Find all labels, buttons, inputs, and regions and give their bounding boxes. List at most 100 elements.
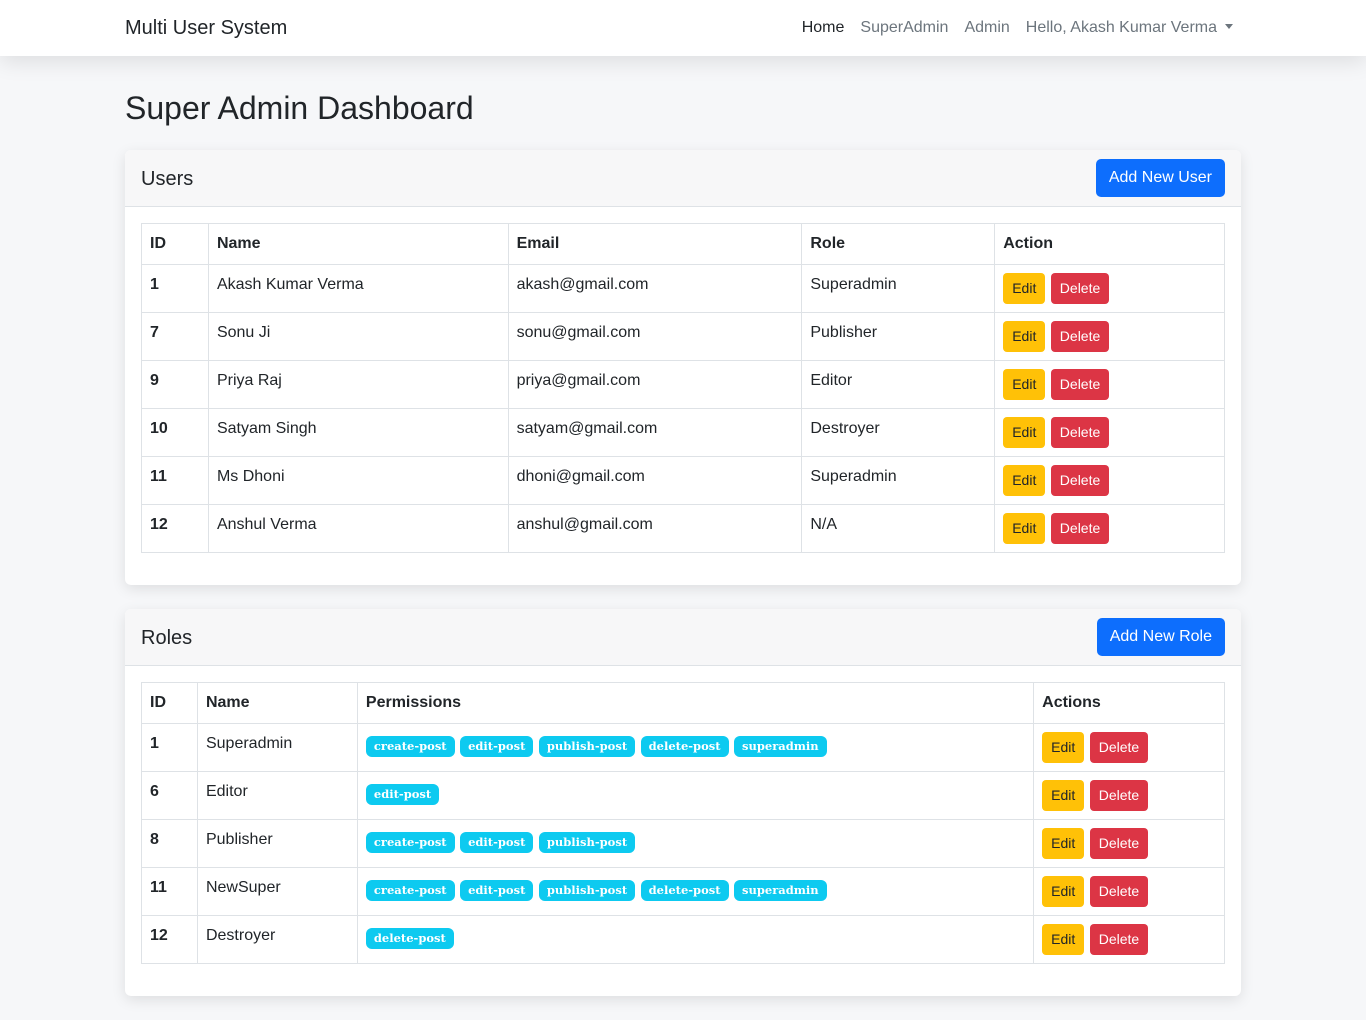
role-permissions: create-post edit-post publish-post delet…: [356, 867, 1035, 916]
role-id: 12: [141, 915, 198, 964]
permission-badge: edit-post: [365, 784, 440, 805]
delete-user-button[interactable]: Delete: [1050, 273, 1110, 304]
role-actions: Edit Delete: [1033, 819, 1225, 868]
users-col-name: Name: [207, 223, 509, 265]
user-role: Publisher: [801, 312, 996, 361]
user-name: Anshul Verma: [207, 504, 509, 553]
role-permissions: edit-post: [356, 771, 1035, 820]
edit-role-button[interactable]: Edit: [1042, 780, 1085, 811]
user-row: 9 Priya Raj priya@gmail.com Editor Edit …: [141, 360, 1225, 409]
permission-badge: delete-post: [640, 736, 729, 757]
role-actions: Edit Delete: [1033, 867, 1225, 916]
delete-user-button[interactable]: Delete: [1050, 417, 1110, 448]
roles-card: Roles Add New Role ID Name Permissions A…: [125, 609, 1241, 996]
user-email: sonu@gmail.com: [507, 312, 803, 361]
users-col-id: ID: [141, 223, 209, 265]
role-row: 8 Publisher create-post edit-post publis…: [141, 819, 1225, 868]
role-row: 1 Superadmin create-post edit-post publi…: [141, 723, 1225, 772]
permission-badge: delete-post: [640, 880, 729, 901]
roles-card-body: ID Name Permissions Actions 1 Superadmin…: [125, 666, 1241, 996]
role-actions: Edit Delete: [1033, 771, 1225, 820]
nav-links: Home SuperAdmin Admin Hello, Akash Kumar…: [802, 19, 1233, 37]
edit-user-button[interactable]: Edit: [1003, 465, 1046, 496]
delete-user-button[interactable]: Delete: [1050, 321, 1110, 352]
user-row: 1 Akash Kumar Verma akash@gmail.com Supe…: [141, 264, 1225, 313]
edit-user-button[interactable]: Edit: [1003, 513, 1046, 544]
role-id: 6: [141, 771, 198, 820]
roles-card-header: Roles Add New Role: [125, 609, 1241, 666]
user-row: 11 Ms Dhoni dhoni@gmail.com Superadmin E…: [141, 456, 1225, 505]
delete-role-button[interactable]: Delete: [1089, 828, 1149, 859]
role-name: Superadmin: [196, 723, 358, 772]
users-col-email: Email: [507, 223, 803, 265]
navbar-brand[interactable]: Multi User System: [125, 17, 287, 40]
users-card: Users Add New User ID Name Email Role Ac…: [125, 150, 1241, 585]
roles-table-header-row: ID Name Permissions Actions: [141, 682, 1225, 724]
user-row: 7 Sonu Ji sonu@gmail.com Publisher Edit …: [141, 312, 1225, 361]
user-id: 12: [141, 504, 209, 553]
user-role: Destroyer: [801, 408, 996, 457]
user-actions: Edit Delete: [994, 408, 1225, 457]
roles-col-name: Name: [196, 682, 358, 724]
user-id: 11: [141, 456, 209, 505]
user-actions: Edit Delete: [994, 264, 1225, 313]
delete-user-button[interactable]: Delete: [1050, 513, 1110, 544]
users-card-title: Users: [141, 168, 194, 190]
caret-down-icon: [1225, 24, 1233, 29]
add-new-user-button[interactable]: Add New User: [1095, 159, 1225, 197]
user-actions: Edit Delete: [994, 312, 1225, 361]
edit-role-button[interactable]: Edit: [1042, 876, 1085, 907]
user-menu-dropdown[interactable]: Hello, Akash Kumar Verma: [1026, 19, 1233, 37]
nav-link-admin[interactable]: Admin: [964, 19, 1009, 37]
role-name: Destroyer: [196, 915, 358, 964]
role-id: 11: [141, 867, 198, 916]
users-col-role: Role: [801, 223, 996, 265]
users-card-header: Users Add New User: [125, 150, 1241, 207]
delete-role-button[interactable]: Delete: [1089, 924, 1149, 955]
permission-badge: create-post: [365, 736, 455, 757]
permission-badge: superadmin: [734, 880, 827, 901]
user-role: N/A: [801, 504, 996, 553]
edit-role-button[interactable]: Edit: [1042, 828, 1085, 859]
edit-user-button[interactable]: Edit: [1003, 273, 1046, 304]
users-table: ID Name Email Role Action 1 Akash Kumar …: [141, 223, 1225, 553]
user-id: 10: [141, 408, 209, 457]
edit-user-button[interactable]: Edit: [1003, 417, 1046, 448]
delete-role-button[interactable]: Delete: [1089, 780, 1149, 811]
user-name: Priya Raj: [207, 360, 509, 409]
role-id: 8: [141, 819, 198, 868]
roles-card-title: Roles: [141, 627, 193, 649]
user-email: anshul@gmail.com: [507, 504, 803, 553]
user-menu-label: Hello, Akash Kumar Verma: [1025, 19, 1217, 36]
delete-role-button[interactable]: Delete: [1089, 876, 1149, 907]
edit-role-button[interactable]: Edit: [1042, 924, 1085, 955]
user-name: Sonu Ji: [207, 312, 509, 361]
user-row: 10 Satyam Singh satyam@gmail.com Destroy…: [141, 408, 1225, 457]
nav-link-home[interactable]: Home: [802, 19, 845, 37]
page-title: Super Admin Dashboard: [125, 90, 474, 126]
delete-user-button[interactable]: Delete: [1050, 465, 1110, 496]
delete-role-button[interactable]: Delete: [1089, 732, 1149, 763]
permission-badge: edit-post: [460, 832, 534, 853]
nav-link-superadmin[interactable]: SuperAdmin: [860, 19, 948, 37]
delete-user-button[interactable]: Delete: [1050, 369, 1110, 400]
role-actions: Edit Delete: [1033, 915, 1225, 964]
role-row: 11 NewSuper create-post edit-post publis…: [141, 867, 1225, 916]
user-id: 1: [141, 264, 209, 313]
edit-user-button[interactable]: Edit: [1003, 321, 1046, 352]
edit-user-button[interactable]: Edit: [1003, 369, 1046, 400]
add-new-role-button[interactable]: Add New Role: [1096, 618, 1225, 656]
role-name: NewSuper: [196, 867, 358, 916]
edit-role-button[interactable]: Edit: [1042, 732, 1085, 763]
users-card-body: ID Name Email Role Action 1 Akash Kumar …: [125, 207, 1241, 585]
permission-badge: edit-post: [460, 736, 534, 757]
role-permissions: create-post edit-post publish-post delet…: [356, 723, 1035, 772]
users-col-action: Action: [994, 223, 1225, 265]
user-email: dhoni@gmail.com: [507, 456, 803, 505]
permission-badge: edit-post: [460, 880, 534, 901]
user-role: Superadmin: [801, 264, 996, 313]
user-role: Editor: [801, 360, 996, 409]
user-actions: Edit Delete: [994, 456, 1225, 505]
permission-badge: publish-post: [538, 880, 636, 901]
role-permissions: delete-post: [356, 915, 1035, 964]
